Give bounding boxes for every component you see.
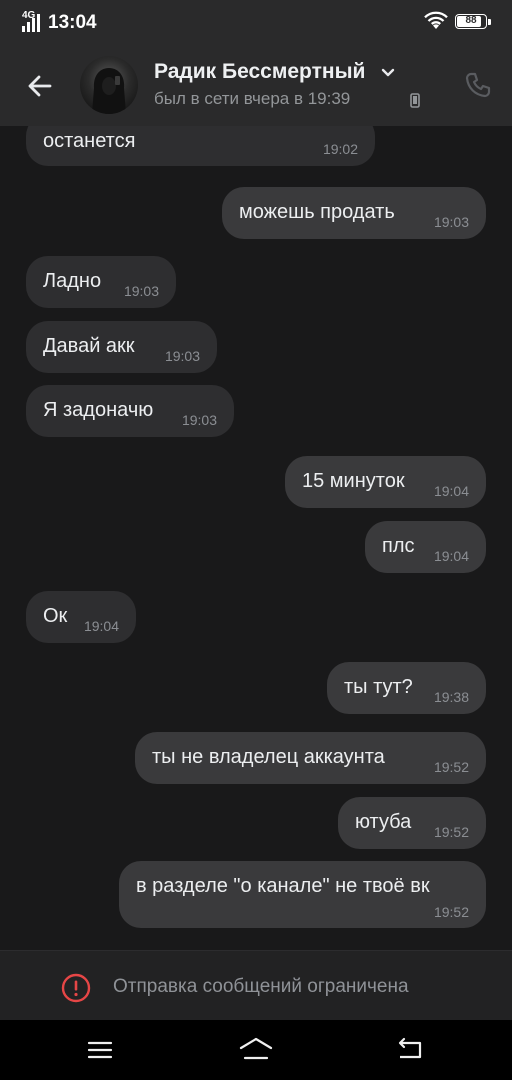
message-text: в разделе "о канале" не твоё вк — [136, 875, 430, 897]
battery-tip — [488, 19, 491, 25]
message-time: 19:03 — [433, 214, 469, 230]
battery-level: 88 — [465, 15, 477, 26]
message-time: 19:52 — [433, 824, 469, 840]
message-bubble[interactable]: можешь продать 19:03 — [222, 187, 486, 239]
home-icon[interactable] — [238, 1035, 274, 1065]
contact-name[interactable]: Радик Бессмертный — [154, 60, 365, 84]
messaging-restricted-banner: Отправка сообщений ограничена — [0, 950, 512, 1021]
message-time: 19:38 — [433, 689, 469, 705]
back-icon[interactable] — [394, 1035, 430, 1065]
message-bubble[interactable]: Ладно 19:03 — [26, 256, 176, 308]
message-bubble[interactable]: в разделе "о канале" не твоё вк 19:52 — [119, 861, 486, 928]
message-text: ты тут? — [344, 676, 413, 698]
message-text: плс — [382, 535, 415, 557]
message-bubble[interactable]: Я задоначю 19:03 — [26, 385, 234, 437]
message-list[interactable]: останется 19:02 можешь продать 19:03 Лад… — [0, 126, 512, 950]
wifi-icon — [424, 11, 448, 29]
message-bubble[interactable]: ты не владелец аккаунта 19:52 — [135, 732, 486, 784]
phone-icon — [410, 93, 420, 108]
system-nav-bar — [0, 1020, 512, 1080]
restriction-text: Отправка сообщений ограничена — [113, 976, 409, 997]
message-bubble[interactable]: ютуба 19:52 — [338, 797, 486, 849]
chevron-down-icon[interactable] — [381, 68, 395, 78]
clock: 13:04 — [48, 12, 97, 33]
warning-icon — [61, 973, 91, 1003]
message-time: 19:52 — [433, 759, 469, 775]
message-text: ты не владелец аккаунта — [152, 746, 385, 768]
message-bubble[interactable]: Давай акк 19:03 — [26, 321, 217, 373]
message-text: останется — [43, 130, 136, 152]
message-text: Ок — [43, 605, 68, 627]
status-bar: 4G 13:04 88 — [0, 0, 512, 44]
chat-header: Радик Бессмертный был в сети вчера в 19:… — [0, 44, 512, 126]
message-time: 19:03 — [123, 283, 159, 299]
message-text: 15 минуток — [302, 470, 405, 492]
message-text: Я задоначю — [43, 399, 154, 421]
message-bubble[interactable]: останется 19:02 — [26, 126, 375, 166]
message-time: 19:04 — [433, 483, 469, 499]
message-time: 19:04 — [433, 548, 469, 564]
menu-icon[interactable] — [82, 1035, 118, 1065]
battery-indicator: 88 — [455, 14, 487, 29]
message-text: Давай акк — [43, 335, 135, 357]
avatar-figure — [92, 68, 126, 114]
message-time: 19:02 — [322, 141, 358, 157]
message-text: Ладно — [43, 270, 102, 292]
message-bubble[interactable]: 15 минуток 19:04 — [285, 456, 486, 508]
message-bubble[interactable]: Ок 19:04 — [26, 591, 136, 643]
message-time: 19:03 — [181, 412, 217, 428]
message-bubble[interactable]: плс 19:04 — [365, 521, 486, 573]
message-bubble[interactable]: ты тут? 19:38 — [327, 662, 486, 714]
message-time: 19:52 — [433, 904, 469, 920]
message-time: 19:04 — [83, 618, 119, 634]
message-text: можешь продать — [239, 201, 395, 223]
message-time: 19:03 — [164, 348, 200, 364]
last-seen-status: был в сети вчера в 19:39 — [154, 89, 351, 108]
back-arrow-icon[interactable] — [20, 66, 60, 106]
call-icon[interactable] — [464, 71, 492, 99]
message-text: ютуба — [355, 811, 412, 833]
network-type: 4G — [22, 10, 36, 21]
avatar[interactable] — [80, 56, 138, 114]
